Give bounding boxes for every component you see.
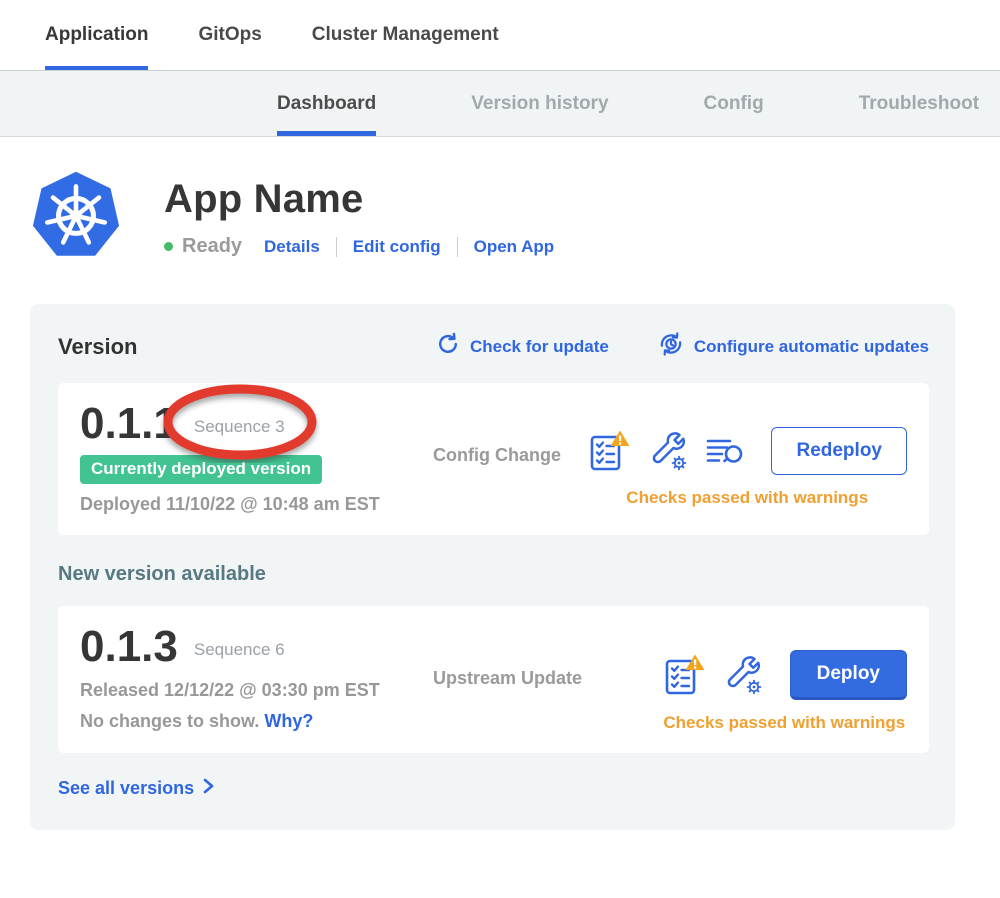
nav-tab-application[interactable]: Application bbox=[45, 0, 148, 70]
check-for-update-link[interactable]: Check for update bbox=[435, 331, 609, 362]
config-wrench-icon[interactable] bbox=[647, 429, 689, 473]
released-timestamp: Released 12/12/22 @ 03:30 pm EST bbox=[80, 680, 415, 701]
deployed-timestamp: Deployed 11/10/22 @ 10:48 am EST bbox=[80, 494, 415, 515]
new-version-number: 0.1.3 bbox=[80, 624, 178, 670]
view-files-icon[interactable] bbox=[705, 434, 745, 468]
version-panel: Version Check for update bbox=[30, 304, 955, 830]
refresh-icon bbox=[435, 331, 461, 362]
current-version-number: 0.1.1 bbox=[80, 401, 178, 447]
status-text: Ready bbox=[182, 235, 242, 258]
current-version-source: Config Change bbox=[433, 445, 561, 466]
new-version-source: Upstream Update bbox=[433, 668, 582, 689]
auto-update-clock-icon bbox=[657, 330, 685, 363]
why-link[interactable]: Why? bbox=[264, 711, 313, 731]
chevron-right-icon bbox=[201, 777, 216, 800]
current-version-card: 0.1.1 Sequence 3 Currently deployed vers… bbox=[58, 383, 929, 535]
new-version-available-heading: New version available bbox=[58, 563, 929, 586]
currently-deployed-badge: Currently deployed version bbox=[80, 455, 322, 484]
nav-tab-cluster-management[interactable]: Cluster Management bbox=[312, 0, 499, 70]
subnav-tab-config[interactable]: Config bbox=[704, 71, 764, 136]
see-all-versions-label: See all versions bbox=[58, 778, 194, 799]
app-status-row: Ready Details Edit config Open App bbox=[164, 235, 554, 258]
config-wrench-icon[interactable] bbox=[722, 653, 764, 697]
version-panel-title: Version bbox=[58, 334, 137, 360]
subnav-tab-troubleshoot[interactable]: Troubleshoot bbox=[859, 71, 979, 136]
new-checks-status: Checks passed with warnings bbox=[663, 713, 905, 733]
edit-config-link[interactable]: Edit config bbox=[353, 237, 441, 257]
page-title: App Name bbox=[164, 177, 554, 222]
new-sequence-label: Sequence 6 bbox=[194, 634, 285, 660]
open-app-link[interactable]: Open App bbox=[474, 237, 555, 257]
no-changes-line: No changes to show. Why? bbox=[80, 711, 415, 732]
preflight-checks-warning-icon[interactable] bbox=[587, 429, 631, 473]
deploy-button[interactable]: Deploy bbox=[790, 650, 907, 700]
top-navigation: Application GitOps Cluster Management bbox=[0, 0, 1000, 71]
configure-automatic-updates-link[interactable]: Configure automatic updates bbox=[657, 330, 929, 363]
divider bbox=[457, 237, 458, 257]
kubernetes-logo-icon bbox=[30, 167, 122, 268]
redeploy-button[interactable]: Redeploy bbox=[771, 427, 907, 475]
see-all-versions-link[interactable]: See all versions bbox=[58, 777, 216, 800]
check-for-update-label: Check for update bbox=[470, 337, 609, 357]
app-header: App Name Ready Details Edit config Open … bbox=[30, 167, 1000, 268]
app-sub-navigation: Dashboard Version history Config Trouble… bbox=[0, 71, 1000, 137]
status-dot bbox=[164, 242, 173, 251]
current-sequence-label: Sequence 3 bbox=[194, 411, 285, 437]
no-changes-text: No changes to show. bbox=[80, 711, 259, 731]
nav-tab-gitops[interactable]: GitOps bbox=[198, 0, 261, 70]
subnav-tab-dashboard[interactable]: Dashboard bbox=[277, 71, 376, 136]
details-link[interactable]: Details bbox=[264, 237, 320, 257]
preflight-checks-warning-icon[interactable] bbox=[662, 653, 706, 697]
current-checks-status: Checks passed with warnings bbox=[626, 488, 868, 508]
new-version-card: 0.1.3 Sequence 6 Released 12/12/22 @ 03:… bbox=[58, 606, 929, 753]
subnav-tab-version-history[interactable]: Version history bbox=[471, 71, 608, 136]
divider bbox=[336, 237, 337, 257]
configure-automatic-updates-label: Configure automatic updates bbox=[694, 337, 929, 357]
